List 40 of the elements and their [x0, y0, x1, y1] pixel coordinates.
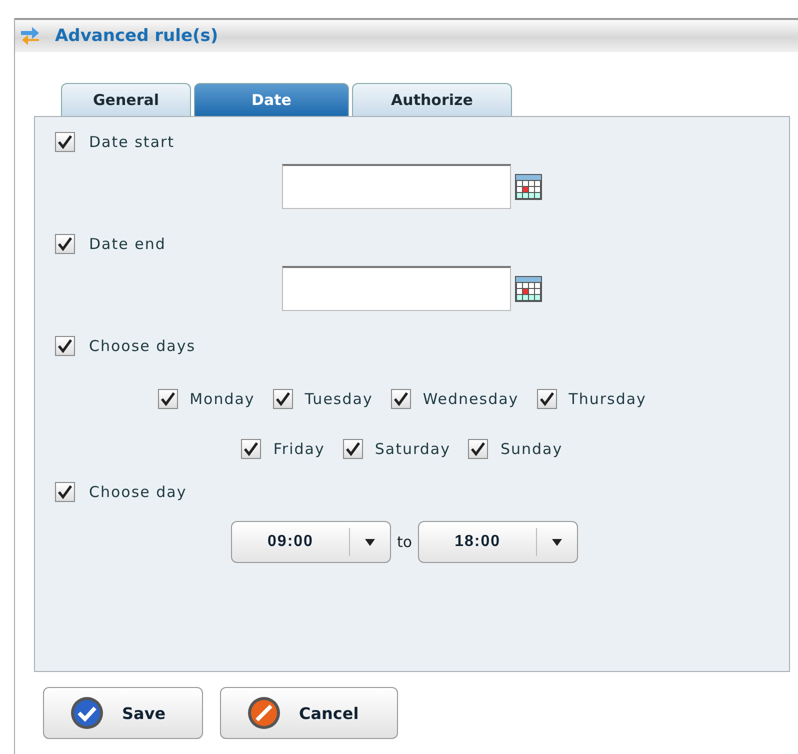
day-label: Tuesday [304, 390, 373, 408]
tab[interactable]: Date [194, 83, 349, 116]
caret-icon [365, 538, 375, 546]
date-field[interactable] [282, 164, 511, 209]
checkbox[interactable] [468, 439, 488, 459]
tab[interactable]: Authorize [352, 83, 512, 116]
checkbox[interactable] [390, 389, 411, 409]
checkbox[interactable] [342, 439, 363, 459]
day-label: Wednesday [422, 390, 519, 408]
time-dropdown[interactable]: 09:00 [231, 521, 391, 563]
checkbox[interactable] [536, 389, 557, 409]
checkbox[interactable] [55, 234, 75, 254]
checkbox-label: Date start [89, 133, 175, 151]
window-title: Advanced rule(s) [55, 26, 218, 46]
day-label: Friday [273, 440, 325, 458]
cancel-button[interactable]: Cancel [220, 687, 398, 739]
day-label: Monday [190, 390, 255, 408]
checkbox[interactable] [55, 482, 75, 502]
save-button[interactable]: Save [43, 687, 203, 739]
calendar-icon[interactable] [515, 174, 542, 200]
arrows-icon [19, 25, 41, 47]
no-entry-icon [247, 696, 281, 730]
calendar-icon[interactable] [515, 276, 542, 302]
checkbox-label: Choose day [89, 483, 187, 501]
day-label: Saturday [374, 440, 450, 458]
checkbox[interactable] [55, 132, 75, 152]
checkbox-label: Date end [89, 235, 166, 253]
checkbox-label: Choose days [89, 337, 196, 355]
checkbox[interactable] [55, 336, 75, 356]
caret-icon [552, 538, 562, 546]
separator-label: to [397, 533, 412, 551]
day-label: Sunday [500, 440, 563, 458]
tab[interactable]: General [61, 83, 191, 116]
checkbox[interactable] [272, 389, 293, 409]
checkmark-icon [70, 696, 104, 730]
checkbox[interactable] [158, 389, 178, 409]
time-dropdown[interactable]: 18:00 [418, 521, 578, 563]
date-field[interactable] [282, 266, 511, 311]
checkbox[interactable] [241, 439, 262, 459]
day-label: Thursday [568, 390, 646, 408]
